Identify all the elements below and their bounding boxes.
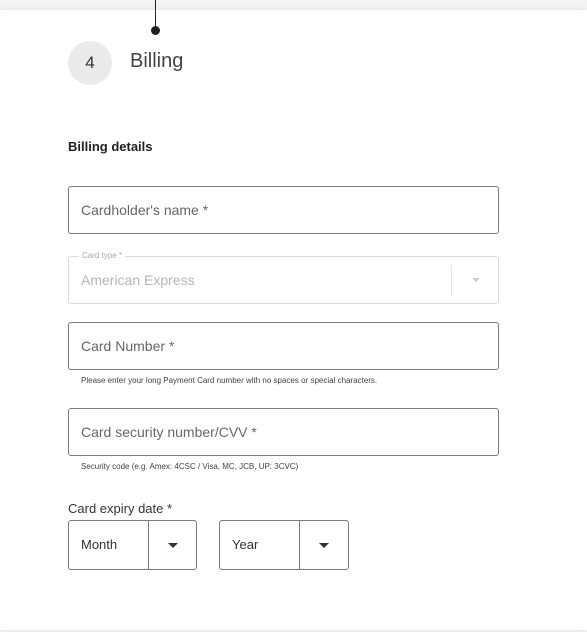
expiry-month-value: Month [81,537,118,552]
step-number-badge: 4 [68,41,112,85]
chevron-down-icon [472,278,480,282]
billing-details-title: Billing details [68,139,153,154]
card-type-value: American Express [81,272,195,288]
expiry-year-select[interactable]: Year [219,520,349,570]
step-number: 4 [85,53,95,72]
expiry-month-select[interactable]: Month [68,520,197,570]
card-type-label: Card type * [79,251,126,260]
card-number-placeholder: Card Number * [81,338,175,354]
card-number-field[interactable]: Card Number * [68,322,499,370]
card-number-help-text: Please enter your long Payment Card numb… [81,376,378,385]
cardholder-name-placeholder: Cardholder's name * [81,202,209,218]
card-expiry-label: Card expiry date * [68,501,173,516]
chevron-down-icon [168,543,178,548]
expiry-year-divider [299,521,300,569]
expiry-year-value: Year [232,537,259,552]
chevron-down-icon [319,543,329,548]
cardholder-name-field[interactable]: Cardholder's name * [68,186,499,234]
cvv-field[interactable]: Card security number/CVV * [68,408,499,456]
step-connector-dot [151,26,160,35]
step-title: Billing [130,50,184,72]
expiry-month-divider [148,521,149,569]
cvv-placeholder: Card security number/CVV * [81,424,257,440]
card-type-divider [451,265,452,297]
step-connector-line [155,0,156,28]
card-type-select: Card type * American Express [68,251,499,304]
cvv-help-text: Security code (e.g. Amex: 4CSC / Visa, M… [81,462,299,471]
